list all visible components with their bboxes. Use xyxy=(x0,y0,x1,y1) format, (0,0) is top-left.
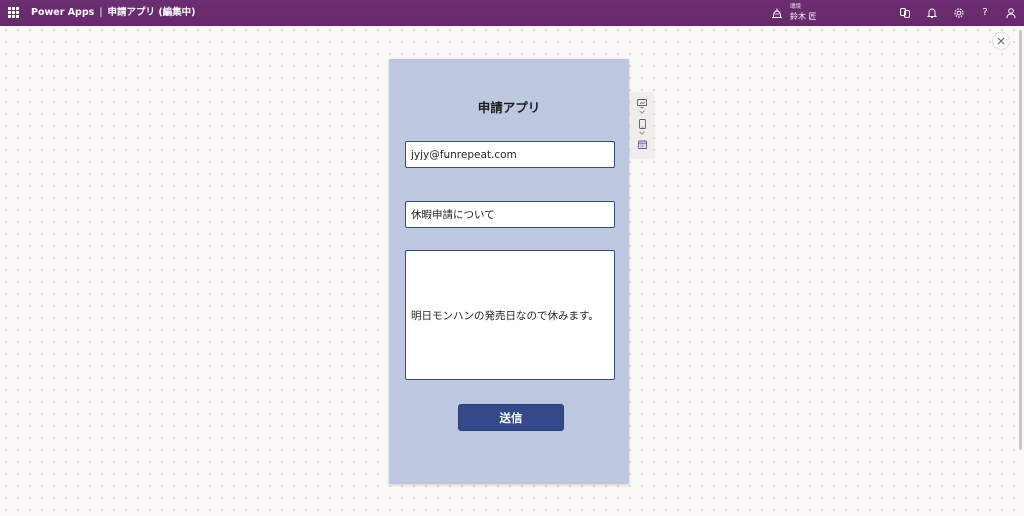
subject-field[interactable]: 休暇申請について xyxy=(405,201,615,228)
environment-icon xyxy=(772,8,782,18)
app-screen: 申請アプリ jyjy@funrepeat.com 休暇申請について 明日モンハン… xyxy=(389,59,629,484)
phone-icon[interactable] xyxy=(636,119,648,129)
environment-picker[interactable]: 環境 鈴木 匠 xyxy=(771,3,817,23)
close-button[interactable] xyxy=(992,32,1010,50)
scrollbar-thumb[interactable] xyxy=(1019,30,1022,450)
bell-icon[interactable] xyxy=(926,7,938,19)
help-icon[interactable]: ? xyxy=(979,7,991,19)
chevron-down-icon[interactable] xyxy=(636,110,648,114)
app-name[interactable]: Power Apps xyxy=(31,7,94,18)
environment-label: 環境 xyxy=(790,4,802,11)
calendar-icon[interactable] xyxy=(636,140,648,149)
copilot-icon[interactable] xyxy=(899,7,911,19)
desktop-icon[interactable] xyxy=(636,99,648,108)
brand: Power Apps | 申請アプリ (編集中) xyxy=(31,0,196,26)
person-icon[interactable] xyxy=(1005,7,1017,19)
title-separator: | xyxy=(99,7,103,18)
chevron-down-icon[interactable] xyxy=(636,131,648,135)
body-field[interactable]: 明日モンハンの発売日なので休みます。 xyxy=(405,250,615,380)
submit-button[interactable]: 送信 xyxy=(458,404,564,431)
vertical-scrollbar[interactable] xyxy=(1017,26,1024,516)
environment-name: 鈴木 匠 xyxy=(790,11,817,21)
gear-icon[interactable] xyxy=(953,7,965,19)
document-title: 申請アプリ (編集中) xyxy=(107,7,196,18)
app-title: 申請アプリ xyxy=(477,100,541,115)
app-launcher-icon[interactable] xyxy=(8,7,19,18)
email-field[interactable]: jyjy@funrepeat.com xyxy=(405,141,615,168)
close-icon xyxy=(997,37,1005,45)
preview-device-toolbar xyxy=(630,93,654,158)
top-bar: Power Apps | 申請アプリ (編集中) 環境 鈴木 匠 ? xyxy=(0,0,1024,26)
